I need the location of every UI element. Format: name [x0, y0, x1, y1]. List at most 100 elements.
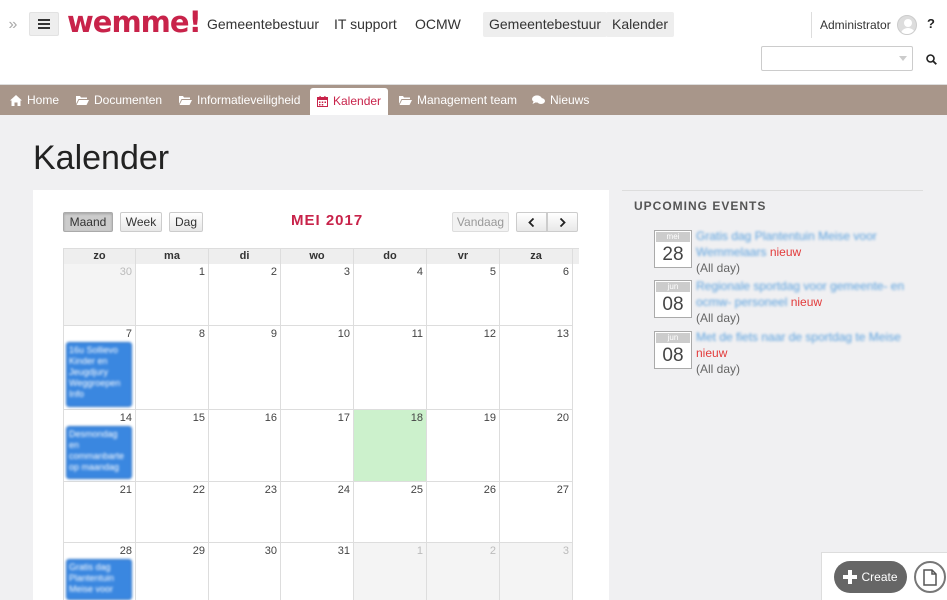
search-button[interactable]: [920, 48, 942, 70]
event-time: (All day): [696, 362, 741, 376]
day-cell[interactable]: 26: [427, 482, 500, 543]
day-number: 26: [483, 484, 496, 496]
hamburger-menu-button[interactable]: [29, 12, 59, 36]
day-cell[interactable]: 9: [209, 326, 281, 410]
chevron-right-icon: [559, 217, 566, 227]
calendar-event[interactable]: Desmondag en commanbarte op maandag: [66, 426, 132, 479]
day-cell[interactable]: 31: [281, 543, 354, 600]
day-cell[interactable]: 11: [354, 326, 427, 410]
tab-label: Management team: [417, 92, 518, 107]
topnav-button-kalender[interactable]: Kalender: [606, 12, 675, 37]
topnav-link-gemeentebestuur[interactable]: Gemeentebestuur: [207, 12, 319, 37]
day-cell[interactable]: 24: [281, 482, 354, 543]
view-month-button[interactable]: Maand: [63, 212, 113, 232]
day-cell[interactable]: 16: [209, 410, 281, 482]
site-logo[interactable]: wemme!: [67, 2, 202, 42]
event-month: jun: [656, 333, 690, 343]
event-day: 28: [662, 244, 684, 265]
action-widget: Create: [821, 552, 947, 600]
calendar-event[interactable]: Gratis dag Plantentuin Meise voor: [66, 559, 132, 600]
search-input[interactable]: [762, 47, 892, 70]
month-grid: zo ma di wo do vr za 30 1 2 3 4 5 6 7 16u Sollievo Kin…: [63, 248, 579, 600]
topnav-link-ocmw[interactable]: OCMW: [415, 12, 461, 37]
day-cell[interactable]: 15: [136, 410, 209, 482]
plus-icon: [843, 570, 858, 584]
day-cell[interactable]: 5: [427, 264, 500, 326]
tab-label: Informatieveiligheid: [197, 92, 301, 107]
view-day-button[interactable]: Dag: [169, 212, 203, 232]
day-cell[interactable]: 10: [281, 326, 354, 410]
day-number: 16: [264, 412, 277, 424]
event-title-link[interactable]: Met de fiets naar de sportdag te Meise: [696, 330, 901, 344]
day-cell[interactable]: 2: [209, 264, 281, 326]
day-cell-today[interactable]: 18: [354, 410, 427, 482]
day-cell[interactable]: 13: [500, 326, 573, 410]
day-number: 27: [556, 484, 569, 496]
day-cell[interactable]: 27: [500, 482, 573, 543]
create-button[interactable]: Create: [834, 561, 907, 593]
event-time: (All day): [696, 261, 741, 275]
top-header: » wemme! Gemeentebestuur IT support OCMW…: [0, 0, 947, 85]
chevron-down-icon: [899, 56, 907, 61]
day-number: 21: [119, 484, 132, 496]
day-number: 11: [411, 328, 423, 340]
day-cell[interactable]: 3: [281, 264, 354, 326]
day-cell[interactable]: 30: [64, 264, 136, 326]
tab-kalender[interactable]: Kalender: [310, 88, 389, 115]
tab-informatieveiligheid[interactable]: Informatieveiligheid: [179, 85, 300, 115]
weekday-header: zo ma di wo do vr za: [64, 249, 579, 265]
topnav-button-gemeentebestuur[interactable]: Gemeentebestuur: [483, 12, 608, 37]
tab-nieuws[interactable]: Nieuws: [532, 85, 589, 115]
day-cell[interactable]: 12: [427, 326, 500, 410]
event-month: mei: [656, 232, 690, 242]
today-button[interactable]: Vandaag: [452, 212, 509, 232]
day-number: 12: [483, 328, 496, 340]
day-cell[interactable]: 14 Desmondag en commanbarte op maandag: [64, 410, 136, 482]
day-cell[interactable]: 3: [500, 543, 573, 600]
day-cell[interactable]: 20: [500, 410, 573, 482]
help-icon[interactable]: ?: [921, 14, 941, 34]
avatar: [896, 15, 917, 35]
day-cell[interactable]: 6: [500, 264, 573, 326]
user-menu[interactable]: Administrator: [811, 12, 917, 38]
tab-documenten[interactable]: Documenten: [76, 85, 162, 115]
day-cell[interactable]: 1: [354, 543, 427, 600]
next-month-button[interactable]: [547, 212, 578, 232]
day-number: 7: [125, 328, 132, 340]
calendar-event[interactable]: 16u Sollievo Kinder en Jeugdjury Weggroe…: [66, 342, 132, 407]
day-cell[interactable]: 30: [209, 543, 281, 600]
prev-month-button[interactable]: [516, 212, 547, 232]
day-cell[interactable]: 29: [136, 543, 209, 600]
day-cell[interactable]: 1: [136, 264, 209, 326]
week-row: 30 1 2 3 4 5 6: [64, 264, 579, 326]
day-cell[interactable]: 2: [427, 543, 500, 600]
day-cell[interactable]: 19: [427, 410, 500, 482]
tab-label: Kalender: [333, 94, 382, 108]
day-number: 5: [489, 266, 496, 278]
view-week-button[interactable]: Week: [120, 212, 162, 232]
tab-label: Home: [27, 92, 60, 107]
day-cell[interactable]: 21: [64, 482, 136, 543]
document-button[interactable]: [914, 561, 946, 593]
event-date-badge: mei 28: [654, 230, 692, 268]
tab-home[interactable]: Home: [10, 85, 59, 115]
day-number: 1: [198, 266, 205, 278]
section-navigation: Home Documenten Informatieveiligheid Kal…: [0, 85, 947, 115]
day-number: 2: [270, 266, 277, 278]
tab-management-team[interactable]: Management team: [399, 85, 517, 115]
search-field[interactable]: [761, 46, 913, 71]
day-cell[interactable]: 22: [136, 482, 209, 543]
tab-label: Documenten: [94, 92, 163, 107]
week-row: 21 22 23 24 25 26 27: [64, 482, 579, 543]
day-cell[interactable]: 7 16u Sollievo Kinder en Jeugdjury Weggro…: [64, 326, 136, 410]
day-cell[interactable]: 17: [281, 410, 354, 482]
chevron-left-icon: [528, 217, 535, 227]
day-cell[interactable]: 25: [354, 482, 427, 543]
day-number: 15: [192, 412, 205, 424]
day-cell[interactable]: 23: [209, 482, 281, 543]
day-cell[interactable]: 4: [354, 264, 427, 326]
day-cell[interactable]: 28 Gratis dag Plantentuin Meise voor: [64, 543, 136, 600]
expand-sidebar-icon[interactable]: »: [4, 16, 22, 34]
topnav-link-it-support[interactable]: IT support: [334, 12, 397, 37]
day-cell[interactable]: 8: [136, 326, 209, 410]
